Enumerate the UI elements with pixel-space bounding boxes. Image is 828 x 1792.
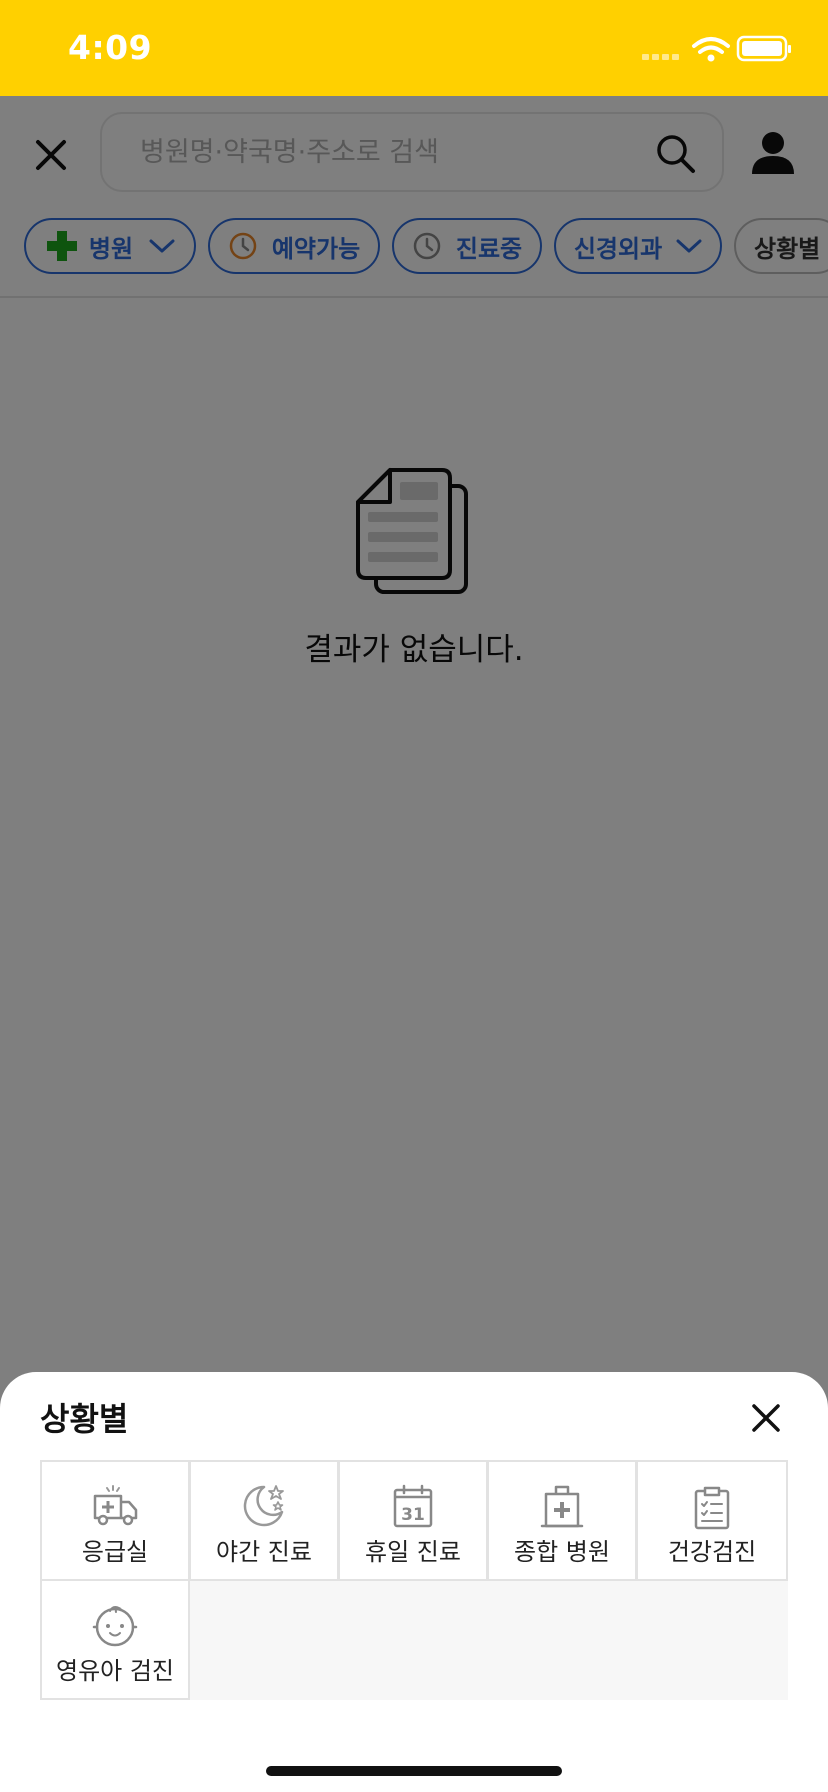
home-indicator [266, 1766, 562, 1776]
situation-item-label: 휴일 진료 [365, 1538, 461, 1566]
wifi-dot [707, 54, 715, 62]
battery-icon [736, 35, 791, 62]
situation-item-general-hospital[interactable]: 종합 병원 [487, 1460, 637, 1581]
clipboard-checklist-icon [694, 1486, 730, 1530]
wifi-icon [692, 37, 730, 54]
close-icon[interactable] [744, 1396, 788, 1440]
situation-item-checkup[interactable]: 건강검진 [636, 1460, 788, 1581]
sheet-title: 상황별 [40, 1400, 129, 1438]
situation-item-label: 야간 진료 [216, 1538, 312, 1566]
situation-item-label: 응급실 [81, 1538, 149, 1566]
situation-item-holiday[interactable]: 31 휴일 진료 [338, 1460, 488, 1581]
situation-item-emergency[interactable]: 응급실 [40, 1460, 190, 1581]
situation-item-label: 종합 병원 [514, 1538, 610, 1566]
calendar-icon: 31 [393, 1484, 433, 1528]
status-time: 4:09 [68, 28, 153, 67]
baby-face-icon [92, 1606, 138, 1647]
status-icons [642, 35, 791, 62]
situation-item-label: 건강검진 [667, 1538, 757, 1566]
situation-item-label: 영유아 검진 [55, 1657, 175, 1685]
status-bar: 4:09 [0, 0, 828, 96]
hospital-icon [540, 1485, 584, 1528]
situation-item-infant-checkup[interactable]: 영유아 검진 [40, 1579, 190, 1700]
cellular-signal-icon [642, 54, 679, 60]
situation-bottom-sheet: 상황별 응급실 야간 진료 31 휴일 진료 종합 병원 건강검진 영유아 검진 [0, 1372, 828, 1792]
calendar-day: 31 [401, 1505, 425, 1525]
situation-grid: 응급실 야간 진료 31 휴일 진료 종합 병원 건강검진 영유아 검진 [40, 1460, 788, 1700]
situation-item-night[interactable]: 야간 진료 [189, 1460, 339, 1581]
moon-star-icon [243, 1485, 284, 1527]
ambulance-icon [93, 1485, 138, 1526]
